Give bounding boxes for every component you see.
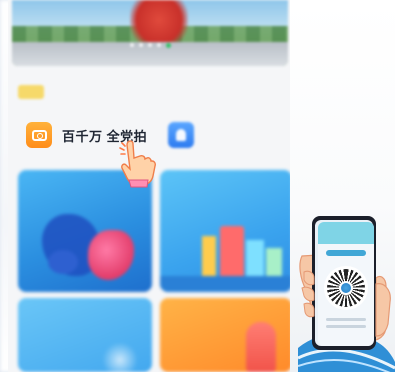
card-plaza[interactable] [18, 298, 152, 372]
notice-tag [18, 85, 44, 99]
card-glow [102, 342, 138, 372]
card-map[interactable] [18, 170, 152, 292]
tap-hand-icon [119, 140, 156, 188]
map-region [48, 250, 78, 274]
pagination-dot[interactable] [139, 43, 143, 47]
camera-icon [26, 122, 52, 148]
qr-title-bar [326, 250, 366, 256]
phone-qr-screen [318, 222, 374, 346]
mini-program-code[interactable] [324, 266, 368, 310]
pagination-dot-active[interactable] [166, 43, 171, 48]
building-illustration [246, 240, 264, 278]
home-banner[interactable] [12, 0, 288, 66]
banner-pagination [130, 43, 171, 48]
app-home-screen: 百千万 全党拍 [8, 0, 290, 372]
building-illustration [202, 236, 216, 278]
pagination-dot[interactable] [148, 43, 152, 47]
qr-header [318, 222, 374, 244]
qr-center-logo [339, 281, 353, 295]
ground-strip [160, 276, 290, 292]
map-region-highlight [88, 230, 134, 280]
card-cloud[interactable] [160, 170, 290, 292]
pagination-dot[interactable] [157, 43, 161, 47]
building-illustration [266, 248, 282, 278]
quick-entry-id[interactable] [168, 122, 206, 148]
id-card-icon [168, 122, 194, 148]
notice-bar[interactable] [18, 80, 282, 104]
building-illustration [220, 226, 244, 278]
qr-caption-lines [326, 318, 366, 332]
card-orange[interactable] [160, 298, 290, 372]
figure-illustration [246, 322, 276, 372]
pagination-dot[interactable] [130, 43, 134, 47]
photo-frame: 百千万 全党拍 [0, 0, 395, 372]
